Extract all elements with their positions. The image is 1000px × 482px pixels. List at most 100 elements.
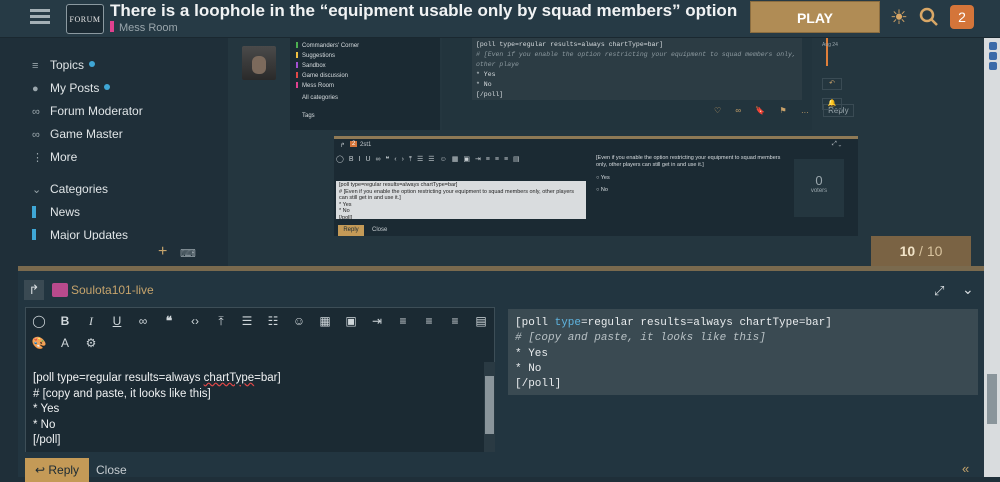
collapse-preview-icon[interactable]: «: [962, 461, 969, 476]
sidebar-section-categories[interactable]: ⌄ Categories: [32, 182, 108, 202]
sidebar-item-label: Game Master: [50, 127, 123, 141]
sidebar-item-game-master[interactable]: ∞ Game Master: [32, 127, 123, 147]
sun-theme-icon[interactable]: ☀: [888, 7, 910, 29]
sidebar-item-topics[interactable]: ≡ Topics: [32, 58, 96, 78]
underline-icon[interactable]: U: [108, 312, 126, 330]
sidebar-item-my-posts[interactable]: ● My Posts: [32, 81, 111, 101]
preview-line: * Yes: [515, 347, 549, 360]
timeline-back-icon: ↶: [822, 78, 842, 90]
screenshot-timeline: Aug 24 ↶ 🔔: [820, 38, 860, 130]
editor-line: * Yes: [33, 403, 60, 415]
post-counter[interactable]: 10 / 10: [871, 236, 971, 266]
scrollbar-thumb[interactable]: [485, 376, 494, 434]
avatar[interactable]: [242, 46, 276, 80]
timeline-bell-icon: 🔔: [822, 98, 842, 110]
editor-line: [/poll]: [33, 434, 61, 446]
editor-line: # [copy and paste, it looks like this]: [33, 387, 211, 400]
link-icon[interactable]: ∞: [134, 312, 152, 330]
align-left-icon[interactable]: ≡: [394, 312, 412, 330]
forum-logo[interactable]: FORUM: [66, 4, 104, 34]
image-icon[interactable]: ▣: [342, 312, 360, 330]
upload-icon[interactable]: ⤒: [212, 312, 230, 330]
hamburger-menu-icon[interactable]: [30, 9, 50, 25]
composer-preview: [poll type=regular results=always chartT…: [508, 309, 978, 395]
editor-toolbar: ◯ B I U ∞ ❝ ‹› ⤒ ☰ ☷ ☺ ▦ ▣ ⇥ ≡ ≡ ≡ ▤: [26, 310, 496, 332]
bold-icon[interactable]: B: [56, 312, 74, 330]
preview-line: [poll type=regular results=always chartT…: [515, 317, 832, 329]
screenshot-sidebar: Commanders' Corner Suggestions Sandbox G…: [290, 38, 440, 130]
speech-bubble-icon[interactable]: ◯: [30, 312, 48, 330]
editor-scrollbar[interactable]: [484, 362, 495, 452]
code-line: * Yes: [476, 71, 496, 78]
fullscreen-icon[interactable]: ⤢: [934, 283, 944, 299]
browser-side-strip: [988, 40, 1000, 100]
close-button[interactable]: Close: [96, 458, 127, 482]
category-color-bar: [32, 206, 36, 218]
post-counter-current: 10: [899, 243, 916, 259]
composer-textarea[interactable]: [poll type=regular results=always chartT…: [26, 362, 494, 452]
reply-type-icon[interactable]: ↱: [24, 280, 44, 300]
mini-category: Mess Room: [296, 82, 334, 89]
topic-content: Commanders' Corner Suggestions Sandbox G…: [228, 38, 988, 266]
avatar-face: [252, 56, 266, 74]
mini-category: Tags: [302, 113, 315, 119]
sidebar-item-forum-moderator[interactable]: ∞ Forum Moderator: [32, 104, 143, 124]
justify-icon[interactable]: ▤: [472, 312, 490, 330]
preview-line: # [copy and paste, it looks like this]: [515, 332, 766, 345]
sidebar-item-more[interactable]: ⋮ More: [32, 150, 77, 170]
sidebar-item-label: My Posts: [50, 81, 100, 95]
timeline-date: Aug 24: [822, 42, 838, 48]
editor: ◯ B I U ∞ ❝ ‹› ⤒ ☰ ☷ ☺ ▦ ▣ ⇥ ≡ ≡ ≡ ▤ 🎨 A…: [25, 307, 495, 452]
indent-icon[interactable]: ⇥: [368, 312, 386, 330]
play-button[interactable]: PLAY: [750, 1, 880, 33]
add-icon[interactable]: +: [158, 243, 167, 261]
italic-icon[interactable]: I: [82, 312, 100, 330]
post-counter-total: / 10: [919, 243, 943, 259]
notifications-badge[interactable]: 2: [950, 5, 974, 29]
screenshot-code: [poll type=regular results=always chartT…: [472, 38, 802, 100]
align-center-icon[interactable]: ≡: [420, 312, 438, 330]
align-right-icon[interactable]: ≡: [446, 312, 464, 330]
composer-username[interactable]: Soulota101-live: [71, 283, 154, 297]
topic-title[interactable]: There is a loophole in the “equipment us…: [110, 1, 737, 21]
spellcheck-word: chartType: [203, 372, 255, 384]
calendar-icon[interactable]: ▦: [316, 312, 334, 330]
layers-icon: ≡: [32, 60, 39, 72]
editor-line: * No: [33, 418, 56, 431]
scrollbar-thumb[interactable]: [987, 374, 997, 424]
mini-category: Sandbox: [296, 62, 326, 69]
link-icon: ∞: [32, 106, 40, 118]
palette-icon[interactable]: 🎨: [30, 334, 48, 352]
code-icon[interactable]: ‹›: [186, 312, 204, 330]
editor-toolbar-row2: 🎨 A ⚙: [26, 332, 496, 354]
topic-category[interactable]: Mess Room: [110, 21, 178, 34]
quote-icon[interactable]: ❝: [160, 312, 178, 330]
search-icon[interactable]: [918, 7, 940, 29]
category-color-bar: [32, 229, 36, 240]
composer-header: ↱ Soulota101-live ⤢ ⌄: [18, 279, 1000, 301]
reply-composer: ↱ Soulota101-live ⤢ ⌄ ◯ B I U ∞ ❝ ‹› ⤒ ☰…: [18, 266, 1000, 482]
ellipsis-icon: ⋮: [32, 152, 43, 164]
mini-category: All categories: [302, 95, 339, 101]
section-label: Categories: [50, 182, 109, 196]
reply-button[interactable]: ↩ Reply: [25, 458, 89, 482]
screenshot-post: [poll type=regular results=always chartT…: [442, 38, 854, 130]
bullet-list-icon[interactable]: ☰: [238, 312, 256, 330]
sidebar-item-news[interactable]: News: [32, 205, 80, 225]
sidebar-item-major-updates[interactable]: Major Updates: [32, 228, 128, 240]
gear-icon[interactable]: ⚙: [82, 334, 100, 352]
text-color-icon[interactable]: A: [56, 334, 74, 352]
page-scrollbar[interactable]: [984, 38, 1000, 477]
emoji-icon[interactable]: ☺: [290, 312, 308, 330]
code-line: * No: [476, 81, 492, 88]
keyboard-icon[interactable]: ⌨: [180, 247, 196, 260]
numbered-list-icon[interactable]: ☷: [264, 312, 282, 330]
mini-category: Suggestions: [296, 52, 335, 59]
screenshot-toolbar: ◯BIU∞❝‹›⤒☰☰☺▦▣⇥≡≡≡▤: [336, 156, 525, 163]
mini-category: Commanders' Corner: [296, 42, 359, 49]
code-line: # [Even if you enable the option restric…: [476, 51, 796, 68]
code-line: [poll type=regular results=always chartT…: [476, 41, 664, 48]
screenshot-close-button: Close: [372, 227, 388, 233]
screenshot-composer-header: ↱ 2 2st1 ⤢ ⌄: [340, 141, 842, 149]
chevron-down-icon[interactable]: ⌄: [962, 281, 974, 298]
